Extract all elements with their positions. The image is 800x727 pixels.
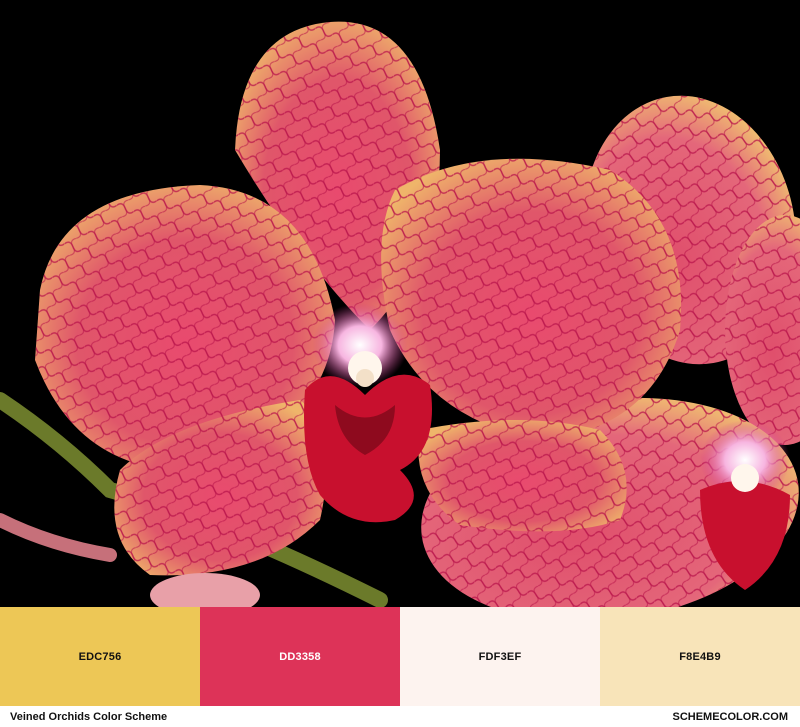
swatch-4: F8E4B9 [600,607,800,706]
swatch-3: FDF3EF [400,607,600,706]
orchid-photo [0,0,800,607]
color-palette: EDC756 DD3358 FDF3EF F8E4B9 [0,607,800,706]
swatch-4-hex-label: F8E4B9 [679,650,721,663]
orchid-illustration [0,21,800,607]
bud [150,573,260,607]
swatch-1: EDC756 [0,607,200,706]
scheme-title: Veined Orchids Color Scheme [10,710,168,723]
bud-stem [0,513,117,562]
swatch-3-hex-label: FDF3EF [478,650,522,663]
swatch-2-hex-label: DD3358 [279,650,321,663]
site-name[interactable]: SCHEMECOLOR.COM [673,711,789,723]
swatch-1-hex-label: EDC756 [78,650,122,663]
swatch-2: DD3358 [200,607,400,706]
main-orchid [35,21,682,576]
footer-bar: Veined Orchids Color Scheme SCHEMECOLOR.… [0,706,800,727]
